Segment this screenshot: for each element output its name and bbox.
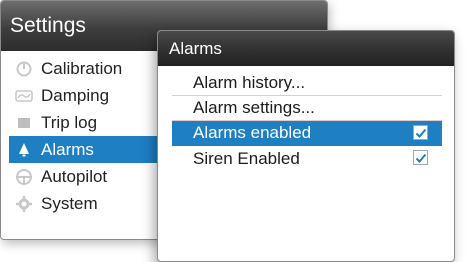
autopilot-icon (15, 168, 33, 186)
alarm-settings-item[interactable]: Alarm settings... (172, 96, 442, 121)
system-gear-icon (15, 195, 33, 213)
settings-item-label: Calibration (41, 58, 123, 78)
settings-item-label: Alarms (41, 139, 94, 159)
settings-item-label: Autopilot (41, 166, 108, 186)
trip-log-icon (15, 114, 33, 132)
alarm-item-label: Alarms enabled (193, 123, 312, 142)
alarms-enabled-checkbox[interactable] (413, 125, 428, 140)
alarm-item-label: Siren Enabled (193, 148, 300, 168)
settings-menu: Calibration Damping Trip log Alarms Auto… (9, 55, 157, 217)
settings-item-system[interactable]: System (9, 190, 157, 217)
settings-item-label: System (41, 193, 98, 213)
alarms-enabled-item[interactable]: Alarms enabled (172, 121, 442, 146)
siren-enabled-checkbox[interactable] (413, 150, 428, 165)
settings-item-trip-log[interactable]: Trip log (9, 109, 157, 136)
alarm-history-item[interactable]: Alarm history... (172, 71, 442, 96)
alarms-window: Alarms Alarm history... Alarm settings..… (157, 30, 455, 262)
alarm-item-label: Alarm history... (193, 73, 306, 92)
damping-icon (15, 87, 33, 105)
settings-item-label: Trip log (41, 112, 98, 132)
siren-enabled-item[interactable]: Siren Enabled (172, 146, 442, 171)
alarms-menu: Alarm history... Alarm settings... Alarm… (172, 71, 442, 171)
checkmark-icon (415, 128, 427, 138)
settings-item-autopilot[interactable]: Autopilot (9, 163, 157, 190)
alarms-title: Alarms (158, 31, 454, 66)
checkmark-icon (415, 153, 427, 163)
settings-item-alarms[interactable]: Alarms (9, 136, 157, 163)
bell-icon (15, 141, 33, 159)
alarm-item-label: Alarm settings... (193, 98, 315, 117)
settings-item-label: Damping (41, 85, 110, 105)
calibration-icon (15, 60, 33, 78)
settings-item-damping[interactable]: Damping (9, 82, 157, 109)
settings-item-calibration[interactable]: Calibration (9, 55, 157, 82)
screen: Settings Calibration Damping Trip log Al… (0, 0, 468, 262)
